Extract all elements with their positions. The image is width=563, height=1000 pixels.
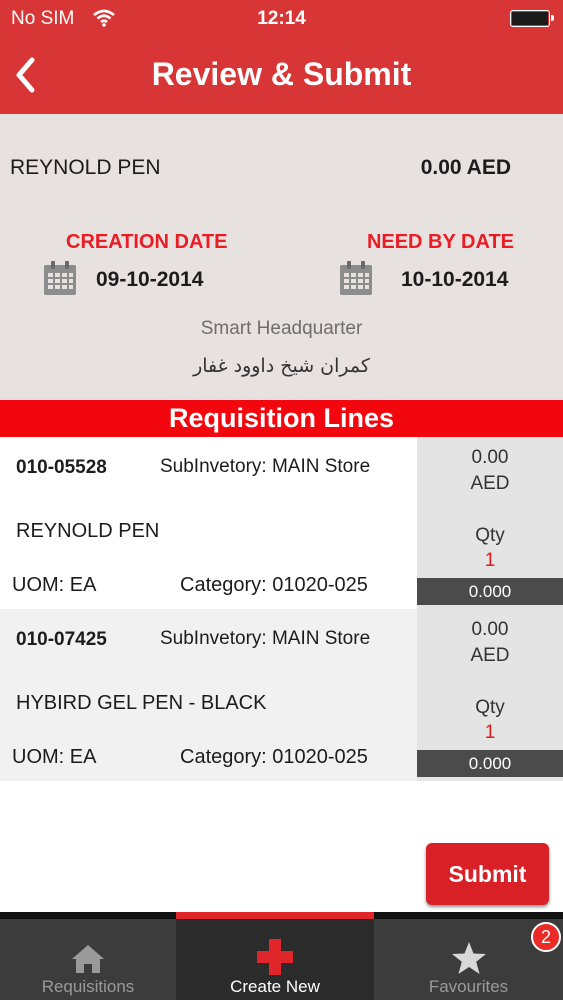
total-amount: 0.00 AED bbox=[420, 156, 511, 179]
line-price-currency: AED bbox=[470, 473, 510, 494]
line-price-panel: 0.00 AED Qty 1 0.000 bbox=[417, 609, 563, 781]
line-item-code: 010-05528 bbox=[16, 457, 107, 478]
calendar-icon bbox=[44, 261, 76, 295]
tab-label: Requisitions bbox=[41, 977, 135, 996]
qty-label: Qty bbox=[475, 697, 505, 718]
line-description: HYBIRD GEL PEN - BLACK bbox=[16, 692, 267, 714]
line-uom: UOM: EA bbox=[12, 746, 97, 768]
qty-label: Qty bbox=[475, 525, 505, 546]
status-bar: No SIM 12:14 bbox=[0, 0, 563, 38]
requisition-line[interactable]: 010-07425 SubInvetory: MAIN Store HYBIRD… bbox=[0, 609, 563, 781]
line-category: Category: 01020-025 bbox=[180, 746, 368, 768]
creation-date-label: CREATION DATE bbox=[66, 231, 228, 253]
location-label: Smart Headquarter bbox=[200, 318, 363, 339]
requisition-summary: REYNOLD PEN 0.00 AED CREATION DATE NEED … bbox=[0, 114, 563, 400]
tab-create-new[interactable]: Create New bbox=[176, 912, 374, 1000]
clock: 12:14 bbox=[257, 8, 306, 29]
star-icon bbox=[451, 942, 486, 974]
creation-date-value: 09-10-2014 bbox=[96, 268, 204, 291]
line-subinventory: SubInvetory: MAIN Store bbox=[160, 456, 371, 477]
line-category: Category: 01020-025 bbox=[180, 574, 368, 596]
line-total: 0.000 bbox=[417, 750, 563, 777]
tab-requisitions[interactable]: Requisitions bbox=[0, 919, 176, 1000]
line-price-panel: 0.00 AED Qty 1 0.000 bbox=[417, 437, 563, 609]
requester-name: كمران شيخ داوود غفار bbox=[193, 355, 370, 377]
line-unit-price: 0.00 AED bbox=[417, 617, 563, 669]
tab-label: Favourites bbox=[428, 977, 509, 996]
qty-value: 1 bbox=[484, 722, 496, 743]
line-price-value: 0.00 bbox=[471, 447, 509, 468]
favourites-badge: 2 bbox=[531, 922, 561, 952]
need-by-date-value: 10-10-2014 bbox=[401, 268, 509, 291]
line-total: 0.000 bbox=[417, 578, 563, 605]
line-price-currency: AED bbox=[470, 645, 510, 666]
submit-button[interactable]: Submit bbox=[426, 843, 549, 905]
line-price-value: 0.00 bbox=[471, 619, 509, 640]
page-title: Review & Submit bbox=[151, 56, 412, 92]
line-unit-price: 0.00 AED bbox=[417, 445, 563, 497]
requisition-line[interactable]: 010-05528 SubInvetory: MAIN Store REYNOL… bbox=[0, 437, 563, 609]
need-by-date-label: NEED BY DATE bbox=[366, 231, 514, 253]
qty-value: 1 bbox=[484, 550, 496, 571]
tab-label: Create New bbox=[230, 977, 320, 996]
navigation-bar: Review & Submit bbox=[0, 38, 563, 114]
tab-bar: Requisitions Create New Favourites bbox=[0, 912, 563, 1000]
line-uom: UOM: EA bbox=[12, 574, 97, 596]
line-item-code: 010-07425 bbox=[16, 629, 107, 650]
line-description: REYNOLD PEN bbox=[16, 520, 160, 542]
requisition-lines-header: Requisition Lines bbox=[0, 400, 563, 437]
battery-icon bbox=[510, 10, 554, 27]
plus-icon bbox=[257, 939, 293, 975]
line-subinventory: SubInvetory: MAIN Store bbox=[160, 628, 371, 649]
home-icon bbox=[72, 945, 104, 973]
calendar-icon bbox=[340, 261, 372, 295]
item-name: REYNOLD PEN bbox=[10, 156, 161, 179]
